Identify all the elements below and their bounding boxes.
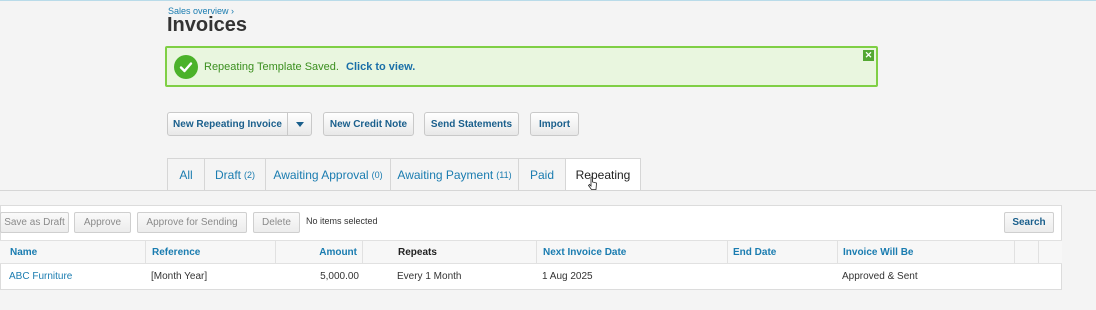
column-header-end-date[interactable]: End Date	[728, 241, 838, 263]
tab-label: Awaiting Approval	[273, 167, 369, 182]
tab-label: All	[179, 167, 193, 182]
tab-label: Awaiting Payment	[397, 167, 494, 182]
tab-label: Draft	[214, 167, 241, 182]
cell-amount: 5,000.00	[320, 270, 359, 282]
tab-label: Repeating	[575, 168, 631, 182]
tab-awaiting-approval[interactable]: Awaiting Approval (0)	[265, 158, 391, 190]
cell-next-invoice-date: 1 Aug 2025	[542, 270, 593, 282]
click-to-view-link[interactable]: Click to view.	[346, 61, 415, 73]
mouse-cursor-icon	[588, 176, 597, 190]
tab-paid[interactable]: Paid	[518, 158, 566, 190]
selection-status: No items selected	[306, 216, 378, 226]
page-title: Invoices	[167, 14, 248, 36]
tab-all[interactable]: All	[167, 158, 205, 190]
send-statements-button[interactable]: Send Statements	[424, 112, 519, 136]
new-credit-note-button[interactable]: New Credit Note	[323, 112, 414, 136]
notice-text: Repeating Template Saved.	[204, 61, 339, 73]
tab-count: (0)	[371, 169, 383, 180]
column-header-amount[interactable]: Amount	[276, 241, 363, 263]
approve-button[interactable]: Approve	[74, 212, 131, 233]
tab-draft[interactable]: Draft (2)	[204, 158, 266, 190]
tab-repeating[interactable]: Repeating	[565, 158, 641, 191]
tab-count: (11)	[496, 169, 512, 180]
cell-reference: [Month Year]	[151, 270, 208, 282]
approve-for-sending-button[interactable]: Approve for Sending	[137, 212, 247, 233]
tab-awaiting-payment[interactable]: Awaiting Payment (11)	[390, 158, 519, 190]
column-header-spacer	[1015, 241, 1039, 263]
delete-button[interactable]: Delete	[253, 212, 300, 233]
tab-count: (2)	[244, 169, 255, 180]
new-repeating-invoice-button[interactable]: New Repeating Invoice	[168, 113, 287, 135]
search-button[interactable]: Search	[1004, 212, 1054, 233]
column-header-repeats: Repeats	[363, 241, 537, 263]
import-button[interactable]: Import	[530, 112, 579, 136]
checkmark-icon	[174, 55, 198, 79]
tab-underline	[0, 190, 1096, 191]
tab-label: Paid	[529, 167, 555, 182]
table-row[interactable]: ABC Furniture [Month Year] 5,000.00 Ever…	[0, 263, 1062, 289]
chevron-down-icon[interactable]	[287, 113, 312, 135]
success-notice: Repeating Template Saved. Click to view.…	[165, 46, 878, 87]
cell-name[interactable]: ABC Furniture	[9, 263, 72, 289]
column-header-name[interactable]: Name	[0, 241, 146, 263]
new-repeating-invoice-split-button: New Repeating Invoice	[167, 112, 312, 136]
save-as-draft-button[interactable]: Save as Draft	[0, 212, 69, 233]
column-header-next-invoice-date[interactable]: Next Invoice Date	[537, 241, 728, 263]
close-icon[interactable]: ✕	[863, 50, 874, 61]
cell-repeats: Every 1 Month	[397, 270, 462, 282]
cell-invoice-will-be: Approved & Sent	[842, 270, 918, 282]
top-border	[0, 0, 1096, 1]
table-header: Name Reference Amount Repeats Next Invoi…	[0, 240, 1062, 264]
column-header-invoice-will-be[interactable]: Invoice Will Be	[838, 241, 1015, 263]
notice-message: Repeating Template Saved. Click to view.	[204, 61, 415, 73]
column-header-reference[interactable]: Reference	[146, 241, 276, 263]
